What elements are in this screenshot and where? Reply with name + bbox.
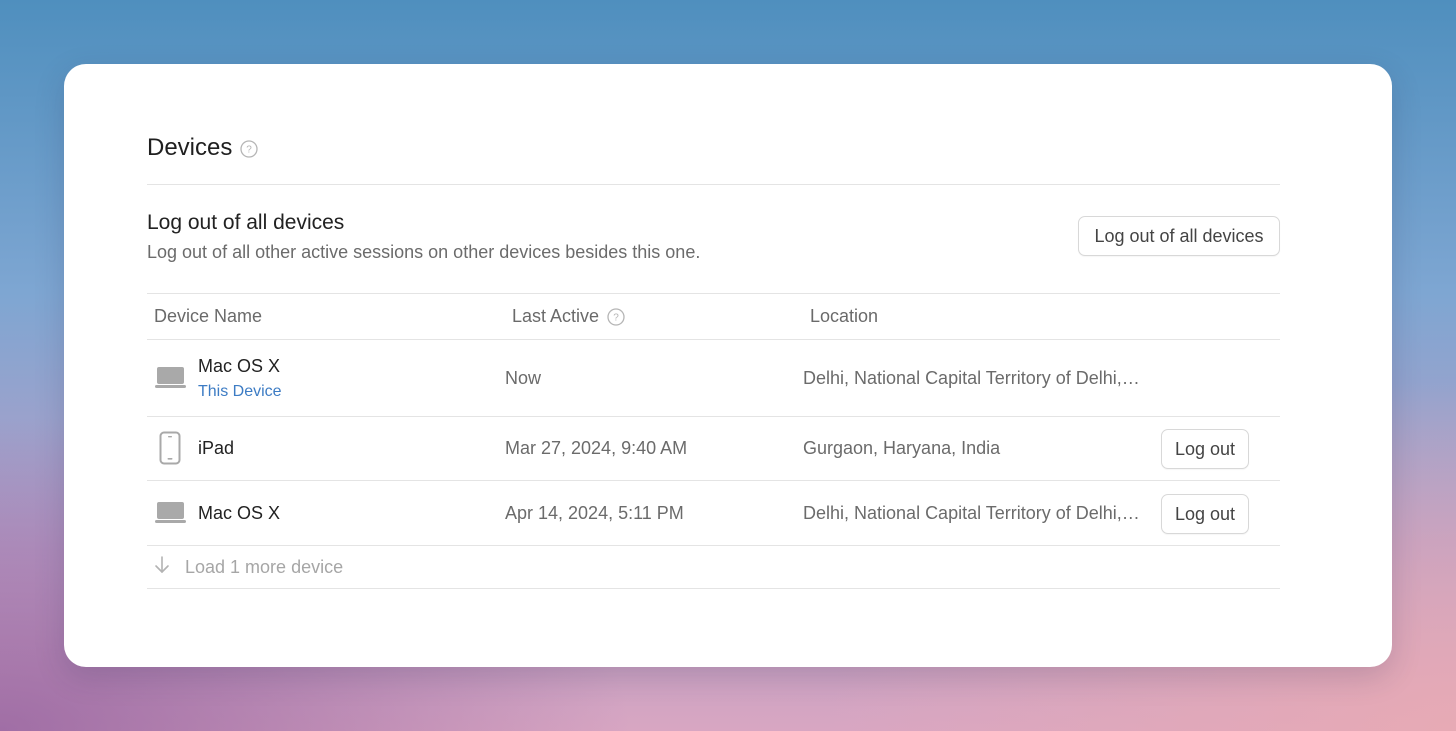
devices-header: Devices ? [147,134,259,162]
logout-all-button[interactable]: Log out of all devices [1078,216,1280,256]
arrow-down-icon [154,556,185,579]
row-divider [147,480,1280,481]
last-active: Mar 27, 2024, 9:40 AM [505,438,688,458]
svg-text:?: ? [247,145,253,156]
logout-button[interactable]: Log out [1161,429,1249,469]
svg-text:?: ? [613,312,619,323]
column-header-last-active: Last Active ? [512,306,625,327]
column-header-location: Location [810,306,879,326]
column-header-device-name: Device Name [154,306,263,326]
load-more-button[interactable]: Load 1 more device [154,556,343,579]
logout-all-title: Log out of all devices [147,211,345,234]
row-divider [147,545,1280,546]
logout-all-description: Log out of all other active sessions on … [147,242,701,262]
load-more-label: Load 1 more device [185,557,344,577]
last-active: Now [505,368,542,388]
last-active: Apr 14, 2024, 5:11 PM [505,503,684,523]
help-icon[interactable]: ? [240,140,259,158]
header-divider [147,184,1280,185]
device-name: iPad [198,438,235,458]
header-row-divider [147,339,1280,340]
this-device-label: This Device [198,383,282,400]
laptop-icon [155,366,187,395]
devices-card: Devices ? Log out of all devices Log out… [64,64,1392,667]
table-bottom-divider [147,588,1280,589]
laptop-icon [155,501,187,530]
page-title: Devices [147,134,233,161]
location: Delhi, National Capital Territory of Del… [803,368,1140,388]
row-divider [147,416,1280,417]
tablet-icon [159,431,181,470]
location: Delhi, National Capital Territory of Del… [803,503,1140,523]
help-icon[interactable]: ? [607,307,625,326]
device-name: Mac OS X [198,356,281,376]
location: Gurgaon, Haryana, India [803,438,1001,458]
logout-button[interactable]: Log out [1161,494,1249,534]
device-name: Mac OS X [198,503,281,523]
table-top-divider [147,293,1280,294]
